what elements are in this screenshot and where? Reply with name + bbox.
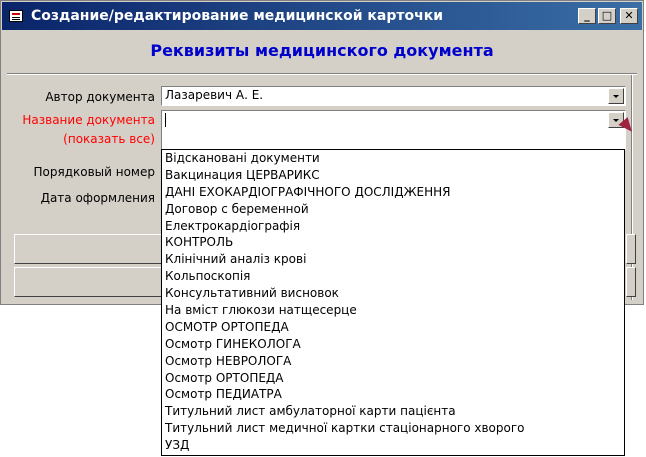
- close-icon: ✕: [624, 9, 634, 22]
- form-title: Реквизиты медицинского документа: [150, 41, 494, 60]
- action-button-1-edge[interactable]: [626, 234, 636, 264]
- form-header: Реквизиты медицинского документа: [7, 31, 637, 71]
- text-caret: [165, 113, 166, 127]
- list-item[interactable]: Титульний лист амбулаторної карти пацієн…: [162, 403, 624, 420]
- header-divider: [7, 73, 637, 75]
- maximize-button[interactable]: □: [598, 8, 616, 24]
- list-item[interactable]: Відскановані документи: [162, 150, 624, 167]
- title-bar[interactable]: Создание/редактирование медицинской карт…: [2, 2, 642, 30]
- list-item[interactable]: Кольпоскопія: [162, 268, 624, 285]
- list-item[interactable]: Електрокардіографія: [162, 218, 624, 235]
- chevron-down-icon[interactable]: [608, 88, 624, 104]
- date-label: Дата оформления: [40, 191, 155, 205]
- close-button[interactable]: ✕: [620, 8, 638, 24]
- document-name-dropdown-list[interactable]: Відскановані документи Вакцинация ЦЕРВАР…: [161, 149, 625, 456]
- list-item[interactable]: Осмотр ОРТОПЕДА: [162, 370, 624, 387]
- list-item[interactable]: УЗД: [162, 437, 624, 454]
- author-value: Лазаревич А. Е.: [165, 88, 264, 102]
- list-item[interactable]: Осмотр ГИНЕКОЛОГА: [162, 336, 624, 353]
- list-item[interactable]: Осмотр ПЕДИАТРА: [162, 386, 624, 403]
- order-number-label: Порядковый номер: [33, 165, 156, 179]
- show-all-link[interactable]: (показать все): [63, 132, 155, 146]
- list-item[interactable]: На вміст глюкози натщесерце: [162, 302, 624, 319]
- list-item[interactable]: Клінічний аналіз крові: [162, 251, 624, 268]
- list-item[interactable]: Осмотр НЕВРОЛОГА: [162, 353, 624, 370]
- docname-combobox[interactable]: [161, 110, 626, 150]
- list-item[interactable]: Консультативний висновок: [162, 285, 624, 302]
- action-button-1[interactable]: [14, 234, 162, 264]
- list-item[interactable]: Вакцинация ЦЕРВАРИКС: [162, 167, 624, 184]
- list-item[interactable]: ОСМОТР ОРТОПЕДА: [162, 319, 624, 336]
- form-icon: [9, 10, 23, 22]
- list-item[interactable]: КОНТРОЛЬ: [162, 234, 624, 251]
- minimize-icon: _: [584, 9, 590, 22]
- author-combobox[interactable]: Лазаревич А. Е.: [161, 86, 626, 106]
- docname-label: Название документа: [22, 113, 155, 127]
- list-item[interactable]: ДАНІ ЕХОКАРДІОГРАФІЧНОГО ДОСЛІДЖЕННЯ: [162, 184, 624, 201]
- action-button-2[interactable]: [14, 267, 162, 297]
- action-button-2-edge[interactable]: [626, 267, 636, 297]
- window-controls: _ □ ✕: [578, 8, 638, 24]
- minimize-button[interactable]: _: [578, 8, 596, 24]
- list-item[interactable]: Титульний лист медичної картки стаціонар…: [162, 420, 624, 437]
- maximize-icon: □: [601, 9, 613, 22]
- list-item[interactable]: Договор с беременной: [162, 201, 624, 218]
- window-title: Создание/редактирование медицинской карт…: [31, 8, 444, 24]
- author-label: Автор документа: [45, 90, 155, 104]
